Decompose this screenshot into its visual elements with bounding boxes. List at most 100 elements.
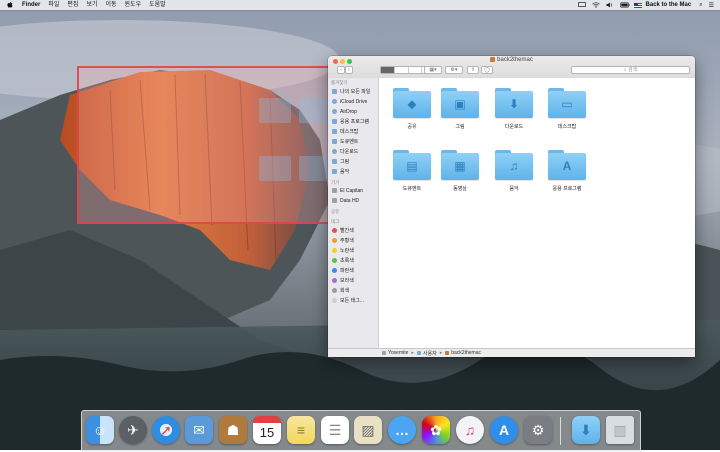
airdrop-icon — [332, 109, 337, 114]
contacts-icon[interactable]: ☗ — [219, 416, 247, 444]
sidebar-tag-purple[interactable]: 보라색 — [332, 276, 378, 285]
system-preferences-icon[interactable]: ⚙ — [524, 416, 552, 444]
folder-item-applications[interactable]: A 응용 프로그램 — [541, 150, 593, 192]
sidebar-tag-blue[interactable]: 파란색 — [332, 266, 378, 275]
pictures-icon — [332, 159, 337, 164]
airplay-icon[interactable] — [577, 2, 586, 8]
sidebar-item-el-capitan[interactable]: El Capitan — [332, 186, 378, 195]
sidebar-item-airdrop[interactable]: AirDrop — [332, 107, 378, 116]
orange-tag-dot-icon — [332, 238, 337, 243]
apple-menu-icon[interactable] — [7, 1, 14, 9]
action-gear-button[interactable]: ⚙▾ — [445, 66, 463, 74]
spotlight-icon[interactable]: ⌕ — [699, 2, 702, 9]
path-item-label: back2themac — [451, 350, 481, 356]
path-item-home[interactable]: back2themac — [445, 350, 481, 356]
safari-icon[interactable]: ➚ — [152, 416, 180, 444]
window-title: back2themac — [328, 57, 695, 63]
sidebar-tag-all[interactable]: 모든 태그... — [332, 296, 378, 305]
folder-item-documents[interactable]: ▤ 도큐멘트 — [386, 150, 438, 192]
search-field[interactable]: ⌕ 검색 — [571, 66, 690, 74]
menu-window[interactable]: 윈도우 — [125, 0, 142, 10]
sidebar-item-documents[interactable]: 도큐멘트 — [332, 137, 378, 146]
all-tags-dot-icon — [332, 298, 337, 303]
applications-icon — [332, 119, 337, 124]
itunes-icon[interactable]: ♫ — [456, 416, 484, 444]
sidebar-tag-green[interactable]: 초록색 — [332, 256, 378, 265]
sidebar-tag-gray[interactable]: 회색 — [332, 286, 378, 295]
wifi-icon[interactable] — [591, 2, 600, 8]
sidebar-item-all-files[interactable]: 나의 모든 파일 — [332, 87, 378, 96]
sidebar-item-icloud-drive[interactable]: iCloud Drive — [332, 97, 378, 106]
menu-help[interactable]: 도움말 — [149, 0, 166, 10]
tag-button[interactable]: ◯ — [481, 66, 493, 74]
trash-icon[interactable]: ▥ — [606, 416, 634, 444]
menu-edit[interactable]: 편집 — [67, 0, 78, 10]
forward-button[interactable]: › — [345, 66, 353, 74]
sidebar-tag-red[interactable]: 빨간색 — [332, 226, 378, 235]
path-item-users[interactable]: 사용자 — [416, 350, 437, 357]
icon-view-button[interactable] — [381, 67, 395, 73]
sidebar-item-label: 모든 태그... — [340, 298, 364, 304]
list-view-button[interactable] — [395, 67, 409, 73]
sidebar-item-music[interactable]: 음악 — [332, 167, 378, 176]
sidebar-item-label: 나의 모든 파일 — [340, 89, 371, 95]
red-tag-dot-icon — [332, 228, 337, 233]
menu-user-name[interactable]: Back to the Mac — [646, 2, 692, 8]
downloads-stack-icon[interactable]: ⬇ — [572, 416, 600, 444]
folder-item-downloads[interactable]: ⬇ 다운로드 — [488, 88, 540, 130]
icloud-icon — [332, 99, 337, 104]
app-store-icon[interactable]: A — [490, 416, 518, 444]
pictures-folder-icon: ▣ — [441, 88, 479, 118]
window-titlebar[interactable]: back2themac ‹ › ▦▾ ⚙▾ ⇪ ◯ ⌕ 검색 — [328, 56, 695, 79]
folder-item-public[interactable]: ⬥ 공유 — [386, 88, 438, 130]
sidebar-tag-orange[interactable]: 주황색 — [332, 236, 378, 245]
menu-view[interactable]: 보기 — [86, 0, 97, 10]
sidebar-item-data-hd[interactable]: Data HD — [332, 196, 378, 205]
folder-icon — [416, 351, 421, 355]
path-item-yosemite[interactable]: Yosemite — [382, 350, 408, 356]
photos-icon[interactable]: ✿ — [422, 416, 450, 444]
sidebar-item-label: 보라색 — [340, 278, 354, 284]
battery-icon[interactable] — [619, 2, 630, 8]
finder-icon[interactable]: ☺ — [86, 416, 114, 444]
documents-icon — [332, 139, 337, 144]
mail-icon[interactable]: ✉ — [185, 416, 213, 444]
preview-icon[interactable]: ▨ — [354, 416, 382, 444]
messages-icon[interactable]: … — [388, 416, 416, 444]
folder-label: 도큐멘트 — [402, 186, 422, 192]
sidebar-item-label: El Capitan — [340, 187, 364, 194]
column-view-button[interactable] — [409, 67, 423, 73]
menu-go[interactable]: 이동 — [105, 0, 116, 10]
folder-item-pictures[interactable]: ▣ 그림 — [434, 88, 486, 130]
reminders-icon[interactable]: ☰ — [321, 416, 349, 444]
ghost-folder-icon — [299, 156, 331, 181]
documents-folder-icon: ▤ — [393, 150, 431, 180]
translucent-window-overlay — [77, 66, 336, 224]
menu-finder[interactable]: Finder — [22, 0, 40, 10]
share-button[interactable]: ⇪ — [467, 66, 479, 74]
back-button[interactable]: ‹ — [337, 66, 345, 74]
folder-item-music[interactable]: ♫ 음악 — [488, 150, 540, 192]
arrange-button[interactable]: ▦▾ — [424, 66, 442, 74]
launchpad-icon[interactable]: ✈ — [119, 416, 147, 444]
hard-drive-icon — [332, 188, 337, 193]
applications-folder-icon: A — [548, 150, 586, 180]
movies-folder-icon: ▦ — [441, 150, 479, 180]
sidebar-item-desktop[interactable]: 데스크탑 — [332, 127, 378, 136]
path-bar: Yosemite ▸ 사용자 ▸ back2themac — [328, 348, 695, 357]
desktop-folder-icon: ▭ — [548, 88, 586, 118]
search-placeholder: 검색 — [628, 67, 638, 73]
volume-icon[interactable] — [606, 2, 614, 8]
notification-center-icon[interactable]: ☰ — [709, 2, 714, 9]
input-source-flag-icon[interactable] — [633, 2, 642, 8]
calendar-day: 15 — [259, 425, 275, 440]
sidebar-tag-yellow[interactable]: 노란색 — [332, 246, 378, 255]
sidebar-item-applications[interactable]: 응용 프로그램 — [332, 117, 378, 126]
calendar-icon[interactable]: 15 — [253, 416, 281, 444]
folder-item-desktop[interactable]: ▭ 데스크탑 — [541, 88, 593, 130]
notes-icon[interactable]: ≡ — [287, 416, 315, 444]
sidebar-item-pictures[interactable]: 그림 — [332, 157, 378, 166]
menu-file[interactable]: 파일 — [48, 0, 59, 10]
sidebar-item-downloads[interactable]: 다운로드 — [332, 147, 378, 156]
folder-item-movies[interactable]: ▦ 동영상 — [434, 150, 486, 192]
